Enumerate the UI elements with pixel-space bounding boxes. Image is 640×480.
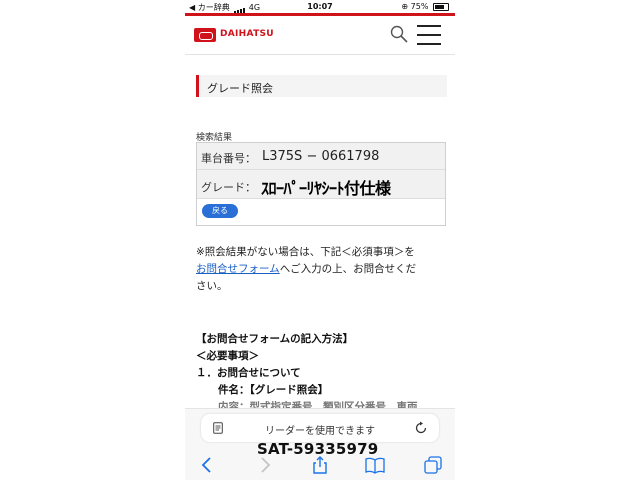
battery-percent: 75% bbox=[410, 2, 429, 11]
result-box: 車台番号： L375S − 0661798 グレード： ｽﾛｰﾊﾟｰﾘﾔｼｰﾄ付… bbox=[196, 142, 446, 226]
subject-line: 件名：【グレード照会】 bbox=[218, 384, 329, 396]
hamburger-menu-icon[interactable] bbox=[417, 25, 441, 45]
notice-line-3: さい。 bbox=[196, 280, 228, 292]
vin-label: 車台番号： bbox=[201, 152, 256, 165]
section-title: グレード照会 bbox=[207, 82, 273, 95]
notice-text: ※照会結果がない場合は、下記＜必須事項＞を お問合せフォームへご入力の上、お問合… bbox=[196, 244, 446, 295]
back-arrow-icon[interactable] bbox=[197, 456, 217, 474]
reload-icon[interactable] bbox=[414, 421, 428, 435]
instruction-item-1: １．お問合せについて bbox=[196, 367, 301, 379]
status-bar: ◀ カー辞典 4G 10:07 ⊕ 75% bbox=[185, 0, 455, 13]
browser-toolbar: リーダーを使用できます SAT-59335979 bbox=[185, 408, 455, 480]
reader-available-text: リーダーを使用できます bbox=[265, 426, 375, 437]
notice-line-2: お問合せフォームへご入力の上、お問合せくだ bbox=[196, 261, 446, 278]
vin-row: 車台番号： L375S − 0661798 bbox=[197, 143, 445, 170]
address-bar[interactable]: リーダーを使用できます bbox=[201, 414, 439, 442]
instructions-title: 【お問合せフォームの記入方法】 bbox=[196, 333, 354, 345]
bookmarks-icon[interactable] bbox=[365, 456, 385, 474]
vin-value: L375S − 0661798 bbox=[262, 149, 380, 164]
grade-value: ｽﾛｰﾊﾟｰﾘﾔｼｰﾄ付仕様 bbox=[261, 179, 391, 198]
share-icon[interactable] bbox=[310, 456, 330, 474]
phone-screen: ◀ カー辞典 4G 10:07 ⊕ 75% DAIHATSU グレード照会 検索… bbox=[185, 0, 455, 480]
battery-icon bbox=[433, 2, 449, 11]
instructions: 【お問合せフォームの記入方法】 ＜必要事項＞ １．お問合せについて 件名：【グレ… bbox=[196, 331, 446, 416]
tab-bar bbox=[185, 453, 455, 477]
grade-row: グレード： ｽﾛｰﾊﾟｰﾘﾔｼｰﾄ付仕様 bbox=[197, 170, 445, 199]
status-right: ⊕ 75% bbox=[401, 2, 449, 11]
notice-line-1: ※照会結果がない場合は、下記＜必須事項＞を bbox=[196, 246, 415, 258]
search-icon[interactable] bbox=[390, 25, 408, 43]
orientation-lock-icon: ⊕ bbox=[401, 2, 409, 11]
daihatsu-logo-icon[interactable] bbox=[194, 28, 216, 42]
inquiry-form-link[interactable]: お問合せフォーム bbox=[196, 263, 280, 275]
section-heading: グレード照会 bbox=[196, 75, 447, 97]
grade-label: グレード： bbox=[201, 181, 256, 194]
required-heading: ＜必要事項＞ bbox=[196, 350, 259, 362]
notice-line-2-rest: へご入力の上、お問合せくだ bbox=[279, 263, 417, 275]
brand-name[interactable]: DAIHATSU bbox=[220, 29, 274, 39]
tabs-icon[interactable] bbox=[423, 456, 443, 474]
back-button[interactable]: 戻る bbox=[202, 204, 238, 218]
forward-arrow-icon[interactable] bbox=[255, 456, 275, 474]
site-header: DAIHATSU bbox=[185, 16, 455, 55]
